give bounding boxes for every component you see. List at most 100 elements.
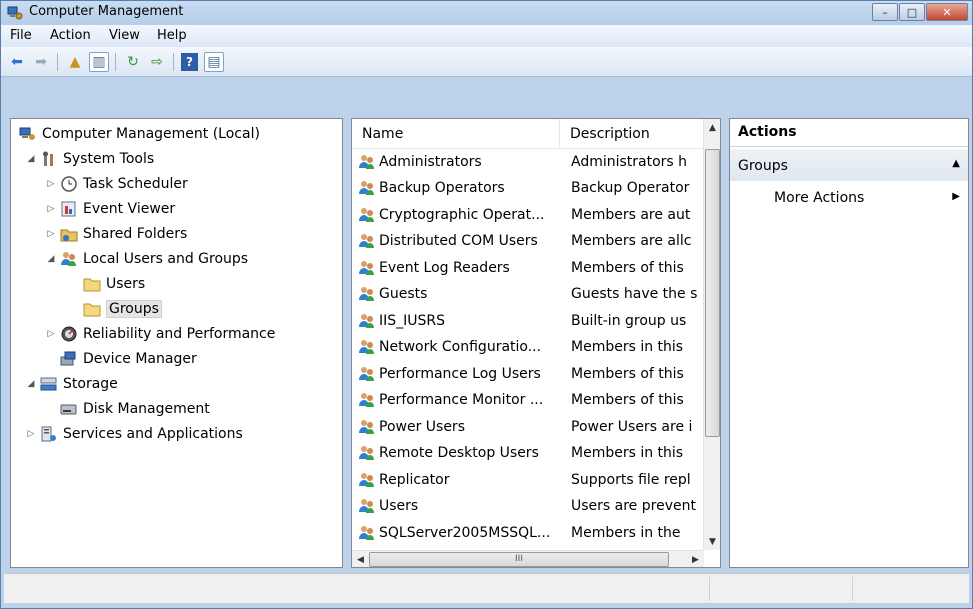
menu-file[interactable]: File	[10, 28, 32, 43]
export-list-icon[interactable]: ⇨	[147, 52, 167, 72]
group-icon	[358, 339, 376, 355]
menu-help[interactable]: Help	[157, 28, 187, 43]
expand-arrow-icon[interactable]: ▷	[45, 204, 57, 214]
device-manager-icon	[60, 351, 78, 367]
refresh-icon[interactable]: ↻	[123, 52, 143, 72]
column-header-name[interactable]: Name	[352, 119, 560, 149]
group-icon	[358, 286, 376, 302]
event-viewer-icon	[60, 201, 78, 217]
group-name-cell: IIS_IUSRS	[358, 313, 568, 329]
folder-icon	[83, 276, 101, 292]
list-item[interactable]: Distributed COM Users Members are allc	[352, 229, 704, 254]
list-item[interactable]: Guests Guests have the s	[352, 282, 704, 307]
tree-item-label: Computer Management (Local)	[42, 126, 260, 142]
actions-section-groups[interactable]: Groups ▲	[730, 149, 968, 181]
list-item[interactable]: Performance Log Users Members of this	[352, 361, 704, 386]
collapse-arrow-icon[interactable]: ◢	[25, 154, 37, 164]
actions-header: Actions	[730, 119, 968, 147]
tree-item-label: Shared Folders	[83, 226, 188, 242]
show-hide-console-tree-icon[interactable]: ▥	[89, 52, 109, 72]
scroll-down-arrow-icon[interactable]: ▼	[704, 533, 720, 550]
up-folder-icon[interactable]: ▲	[65, 52, 85, 72]
list-item[interactable]: Power Users Power Users are i	[352, 414, 704, 439]
back-icon[interactable]: ⬅	[7, 52, 27, 72]
tree-item-label: System Tools	[63, 151, 155, 167]
tree-item-event-viewer[interactable]: ▷ Event Viewer	[45, 198, 176, 220]
list-item[interactable]: Backup Operators Backup Operator	[352, 176, 704, 201]
minimize-button[interactable]: –	[872, 3, 898, 21]
expand-arrow-icon[interactable]: ▷	[45, 329, 57, 339]
expand-arrow-icon[interactable]: ▷	[45, 229, 57, 239]
tree-item-storage[interactable]: ◢ Storage	[25, 373, 118, 395]
tree-item-disk-management[interactable]: Disk Management	[60, 398, 210, 420]
group-name-cell: Performance Log Users	[358, 366, 568, 382]
group-icon	[358, 472, 376, 488]
group-description: Power Users are i	[571, 418, 693, 435]
group-icon	[358, 366, 376, 382]
forward-icon[interactable]: ➡	[31, 52, 51, 72]
list-item[interactable]: Users Users are prevent	[352, 494, 704, 519]
list-item[interactable]: SQLServer2005MSSQL... Members in the	[352, 520, 704, 545]
scroll-up-arrow-icon[interactable]: ▲	[704, 119, 720, 136]
group-name-cell: Distributed COM Users	[358, 233, 568, 249]
column-header-description[interactable]: Description	[560, 119, 704, 149]
scroll-left-arrow-icon[interactable]: ◀	[352, 551, 369, 567]
group-name-cell: Event Log Readers	[358, 260, 568, 276]
group-description: Members are allc	[571, 233, 692, 249]
collapse-arrow-icon[interactable]: ◢	[45, 254, 57, 264]
tree-item-label: Event Viewer	[83, 201, 176, 217]
tree-item-services-and-applications[interactable]: ▷ Services and Applications	[25, 423, 243, 445]
tree-item-computer-management[interactable]: Computer Management (Local)	[19, 123, 260, 145]
list-item[interactable]: Network Configuratio... Members in this	[352, 335, 704, 360]
list-item[interactable]: IIS_IUSRS Built-in group us	[352, 308, 704, 333]
vertical-scrollbar[interactable]: ▲ ▼	[703, 119, 720, 550]
minimize-icon: –	[882, 5, 888, 19]
menu-view[interactable]: View	[109, 28, 140, 43]
list-item[interactable]: Cryptographic Operat... Members are aut	[352, 202, 704, 227]
tree-item-reliability-and-performance[interactable]: ▷ Reliability and Performance	[45, 323, 276, 345]
more-actions-item[interactable]: More Actions ▶	[730, 183, 968, 211]
group-icon	[358, 260, 376, 276]
tree-item-device-manager[interactable]: Device Manager	[60, 348, 197, 370]
tree-item-task-scheduler[interactable]: ▷ Task Scheduler	[45, 173, 188, 195]
tree-item-local-users-and-groups[interactable]: ◢ Local Users and Groups	[45, 248, 249, 270]
list-item[interactable]: Remote Desktop Users Members in this	[352, 441, 704, 466]
window-title: Computer Management	[29, 4, 184, 19]
group-name-cell: Power Users	[358, 419, 568, 435]
list-item[interactable]: Replicator Supports file repl	[352, 467, 704, 492]
title-bar[interactable]: Computer Management – □ ✕	[1, 1, 972, 25]
tree-item-shared-folders[interactable]: ▷ Shared Folders	[45, 223, 188, 245]
group-name: Event Log Readers	[379, 259, 510, 276]
expand-arrow-icon[interactable]: ▷	[45, 179, 57, 189]
group-name-cell: Cryptographic Operat...	[358, 207, 568, 223]
collapse-arrow-icon[interactable]: ◢	[25, 379, 37, 389]
scroll-right-arrow-icon[interactable]: ▶	[687, 551, 704, 567]
tree-item-system-tools[interactable]: ◢ System Tools	[25, 148, 155, 170]
group-name-cell: Replicator	[358, 472, 568, 488]
horizontal-scrollbar[interactable]: ◀ III ▶	[352, 550, 704, 567]
console-tree: Computer Management (Local) ◢ System Too…	[10, 118, 343, 568]
menu-action[interactable]: Action	[50, 28, 91, 43]
maximize-button[interactable]: □	[899, 3, 925, 21]
groups-list: Name Description Administrators Administr…	[351, 118, 721, 568]
help-icon[interactable]: ?	[181, 53, 198, 71]
close-button[interactable]: ✕	[926, 3, 968, 21]
list-item[interactable]: Performance Monitor ... Members of this	[352, 388, 704, 413]
group-name-cell: Network Configuratio...	[358, 339, 568, 355]
expand-arrow-icon[interactable]: ▷	[25, 429, 37, 439]
more-actions-label: More Actions	[774, 190, 865, 206]
collapse-up-arrow-icon[interactable]: ▲	[952, 158, 960, 169]
group-icon	[358, 233, 376, 249]
tree-item-label: Storage	[63, 376, 118, 392]
vertical-scroll-thumb[interactable]	[705, 149, 720, 437]
computer-management-icon	[7, 6, 23, 20]
list-item[interactable]: Event Log Readers Members of this	[352, 255, 704, 280]
group-icon	[358, 207, 376, 223]
list-item[interactable]: Administrators Administrators h	[352, 149, 704, 174]
tree-item-users[interactable]: Users	[83, 273, 145, 295]
clock-icon	[60, 176, 78, 192]
tree-item-groups[interactable]: Groups	[83, 298, 162, 320]
horizontal-scroll-thumb[interactable]: III	[369, 552, 669, 567]
show-hide-action-pane-icon[interactable]: ▤	[204, 52, 224, 72]
storage-icon	[40, 376, 58, 392]
